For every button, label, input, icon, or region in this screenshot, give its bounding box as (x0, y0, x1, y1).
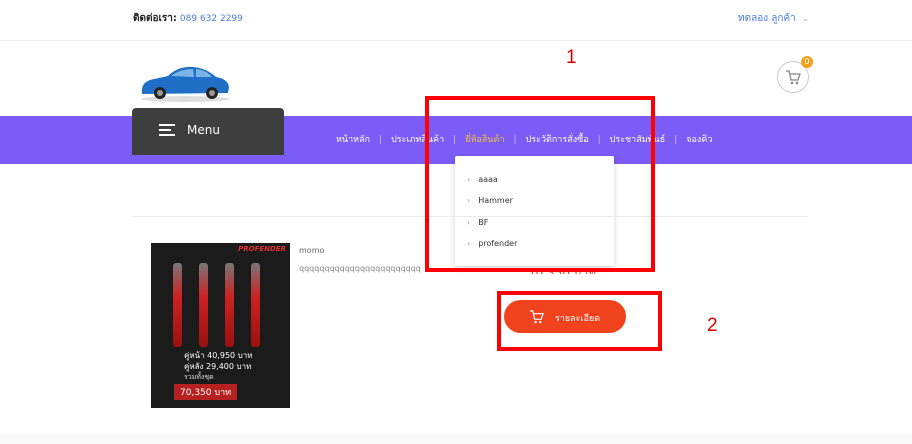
annotation-box-1 (425, 96, 655, 272)
shock-absorber-graphic (199, 263, 208, 347)
shock-absorber-graphic (251, 263, 260, 347)
footer-strip (0, 434, 912, 444)
product-name[interactable]: momo (299, 246, 324, 255)
menu-label: Menu (187, 123, 220, 137)
chevron-down-icon: ⌄ (801, 14, 810, 24)
nav-booking[interactable]: จองคิว (686, 135, 712, 145)
cart-button[interactable]: 0 (777, 56, 813, 93)
cart-count-badge: 0 (801, 56, 813, 68)
menu-button[interactable]: Menu (132, 108, 284, 155)
shock-absorber-graphic (225, 263, 234, 347)
annotation-box-2 (497, 291, 662, 351)
set-label: รวมทั้งชุด (184, 373, 214, 381)
annotation-number-1: 1 (566, 47, 577, 68)
product-description: qqqqqqqqqqqqqqqqqqqqqqqq (299, 264, 421, 273)
account-label[interactable]: ทดลอง ลูกค้า (738, 13, 796, 24)
account-menu[interactable]: ทดลอง ลูกค้า ⌄ (738, 11, 809, 26)
front-price: คู่หน้า 40,950 บาท (184, 351, 253, 360)
nav-home[interactable]: หน้าหลัก (336, 135, 370, 145)
product-image-brand: PROFENDER (238, 245, 286, 253)
shock-absorber-graphic (173, 263, 182, 347)
cart-icon (786, 70, 801, 85)
logo-car-image[interactable] (138, 57, 232, 105)
top-bar: ติดต่อเรา: 089 632 2299 ทดลอง ลูกค้า ⌄ (0, 0, 912, 41)
hamburger-icon (159, 124, 175, 136)
contact-label: ติดต่อเรา: (133, 13, 177, 24)
product-image-prices: คู่หน้า 40,950 บาท คู่หลัง 29,400 บาท รว… (184, 350, 253, 383)
contact-info: ติดต่อเรา: 089 632 2299 (133, 11, 243, 26)
rear-price: คู่หลัง 29,400 บาท (184, 362, 252, 371)
contact-phone[interactable]: 089 632 2299 (180, 14, 243, 24)
product-image[interactable]: PROFENDER คู่หน้า 40,950 บาท คู่หลัง 29,… (151, 243, 290, 408)
annotation-number-2: 2 (707, 315, 718, 336)
total-price-tag: 70,350 บาท (174, 384, 238, 400)
